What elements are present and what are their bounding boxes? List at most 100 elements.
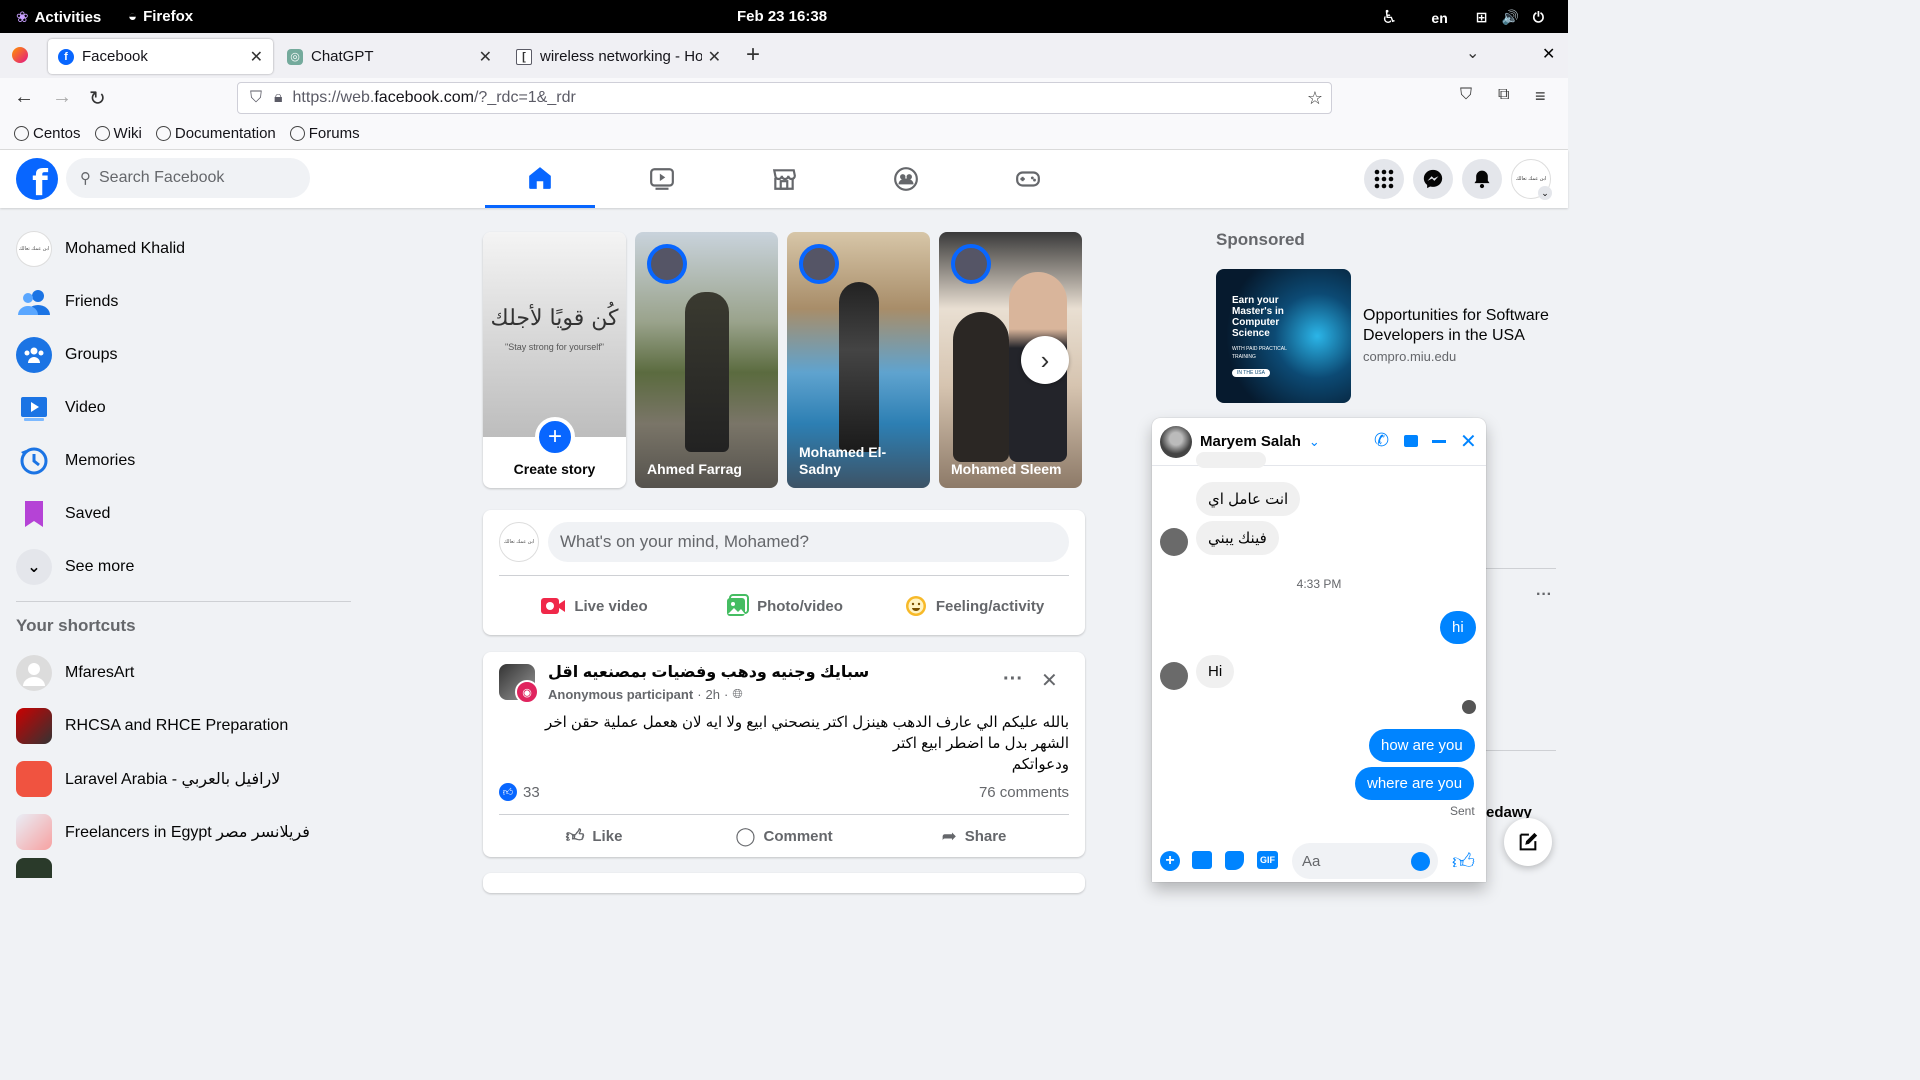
tab-facebook[interactable]: f Facebook ✕ (48, 39, 273, 74)
shortcut-item[interactable]: Freelancers in Egypt فريلانسر مصر (8, 805, 353, 858)
message-outgoing[interactable]: hi (1440, 611, 1476, 644)
stories-next-button[interactable]: › (1021, 336, 1069, 384)
ad-card[interactable]: Earn your Master's in Computer Science W… (1216, 269, 1556, 403)
post-author[interactable]: Anonymous participant (548, 687, 693, 702)
emoji-icon[interactable] (1411, 852, 1430, 871)
sidebar-item-friends[interactable]: Friends (8, 275, 353, 328)
close-window-icon[interactable]: ✕ (1542, 44, 1555, 64)
shortcut-item[interactable]: RHCSA and RHCE Preparation (8, 699, 353, 752)
sidebar-item-groups[interactable]: Groups (8, 328, 353, 381)
clock[interactable]: Feb 23 16:38 (737, 8, 827, 25)
create-story-plus-icon[interactable]: + (535, 417, 575, 457)
bookmark-documentation[interactable]: Documentation (155, 125, 276, 142)
nav-gaming[interactable] (973, 150, 1083, 208)
more-options-icon[interactable]: ··· (1003, 668, 1023, 691)
gif-icon[interactable]: GIF (1257, 851, 1278, 869)
pocket-icon[interactable]: ⛉ (1460, 86, 1472, 104)
reactions-summary[interactable]: 👍︎ 33 (499, 783, 540, 801)
message-outgoing[interactable]: where are you (1355, 767, 1475, 800)
list-all-tabs-icon[interactable]: ⌄ (1466, 43, 1479, 63)
menu-icon[interactable]: ≡ (1535, 86, 1546, 107)
phone-call-icon[interactable]: ✆ (1374, 430, 1389, 451)
redhat-group-icon (16, 707, 52, 744)
story-card[interactable]: Mohamed El-Sadny (787, 232, 930, 488)
app-menu[interactable]: ◒ Firefox (128, 8, 193, 25)
shortcut-item-partial[interactable] (8, 858, 353, 878)
story-card[interactable]: › Mohamed Sleem (939, 232, 1082, 488)
volume-icon[interactable]: 🔊 (1501, 9, 1518, 26)
forward-icon[interactable]: → (52, 86, 72, 109)
live-video-button[interactable]: Live video (499, 586, 689, 626)
sidebar-item-memories[interactable]: Memories (8, 434, 353, 487)
nav-video[interactable] (607, 150, 717, 208)
shortcut-item[interactable]: Laravel Arabia - لارافيل بالعربي (8, 752, 353, 805)
feeling-activity-button[interactable]: Feeling/activity (879, 586, 1069, 626)
activities-button[interactable]: ❀ Activities (16, 8, 101, 27)
close-tab-icon[interactable]: ✕ (250, 47, 263, 67)
close-tab-icon[interactable]: ✕ (708, 47, 721, 67)
nav-groups[interactable] (851, 150, 961, 208)
back-icon[interactable]: ← (14, 86, 34, 109)
create-story-card[interactable]: كُن قويًا لأجلك "Stay strong for yoursel… (483, 232, 626, 488)
photo-video-button[interactable]: Photo/video (689, 586, 879, 626)
bookmark-centos[interactable]: Centos (14, 125, 81, 142)
close-tab-icon[interactable]: ✕ (479, 47, 492, 67)
language-indicator[interactable]: en (1431, 10, 1447, 26)
add-icon[interactable]: + (1160, 851, 1180, 871)
sidebar-item-profile[interactable]: ابن عمك تعالك Mohamed Khalid (8, 222, 353, 275)
thumbs-up-send-icon[interactable]: 👍︎ (1452, 848, 1475, 875)
tab-chatgpt[interactable]: ◎ ChatGPT ✕ (277, 39, 502, 74)
accessibility-icon[interactable]: ♿ (1381, 7, 1397, 28)
shortcut-item[interactable]: MfaresArt (8, 646, 353, 699)
story-card[interactable]: Ahmed Farrag (635, 232, 778, 488)
sidebar-item-see-more[interactable]: ⌄ See more (8, 540, 353, 593)
sticker-icon[interactable] (1225, 851, 1244, 870)
bookmark-star-icon[interactable]: ☆ (1307, 88, 1323, 109)
new-tab-button[interactable]: + (746, 41, 760, 69)
share-button[interactable]: ➦ Share (879, 820, 1069, 852)
extensions-icon[interactable]: ⧉ (1498, 86, 1509, 104)
sidebar-item-saved[interactable]: Saved (8, 487, 353, 540)
messenger-button[interactable] (1413, 159, 1453, 199)
composer-input[interactable]: What's on your mind, Mohamed? (548, 522, 1069, 562)
story-author: Mohamed El-Sadny (799, 444, 887, 477)
message-outgoing[interactable]: how are you (1369, 729, 1475, 762)
message-incoming[interactable]: Hi (1196, 655, 1235, 688)
post-group-name[interactable]: سبايك وجنيه ودهب وفضيات بمصنعيه اقل (548, 662, 869, 682)
comment-count[interactable]: 76 comments (979, 784, 1069, 801)
bookmark-forums[interactable]: Forums (289, 125, 360, 142)
nav-home[interactable] (485, 150, 595, 208)
new-message-button[interactable] (1504, 818, 1552, 866)
feeling-activity-label: Feeling/activity (935, 597, 1045, 615)
video-call-icon[interactable] (1404, 435, 1418, 447)
close-icon[interactable]: ✕ (1041, 668, 1058, 693)
bookmark-wiki[interactable]: Wiki (94, 125, 142, 142)
menu-grid-button[interactable] (1364, 159, 1404, 199)
url-bar[interactable]: ⛉ 🔒︎ https://web.facebook.com/?_rdc=1&_r… (237, 82, 1332, 114)
power-icon[interactable]: ⏻ (1533, 9, 1544, 26)
tracking-shield-icon[interactable]: ⛉ (250, 89, 262, 107)
account-button[interactable]: ابن عمك تعالك ⌄ (1511, 159, 1552, 200)
lock-icon[interactable]: 🔒︎ (274, 89, 283, 107)
comment-button[interactable]: ◯ Comment (689, 820, 879, 852)
system-tray[interactable]: ♿ en ⊞ 🔊 ⏻ (1381, 7, 1544, 28)
reload-icon[interactable]: ↻ (89, 86, 106, 111)
notifications-button[interactable] (1462, 159, 1502, 199)
like-button[interactable]: 👍︎ Like (499, 820, 689, 852)
sidebar-item-video[interactable]: Video (8, 381, 353, 434)
facebook-logo[interactable]: f (16, 158, 58, 200)
search-input[interactable]: ⚲ Search Facebook (66, 158, 310, 198)
attach-photo-icon[interactable] (1192, 851, 1212, 869)
message-incoming[interactable]: فينك يبني (1196, 521, 1279, 555)
network-icon[interactable]: ⊞ (1476, 9, 1488, 26)
nav-marketplace[interactable] (729, 150, 839, 208)
more-options-icon[interactable]: ··· (1536, 586, 1552, 604)
firefox-view-icon[interactable] (12, 47, 28, 63)
message-incoming[interactable]: انت عامل اي (1196, 482, 1301, 516)
tab-wireless-networking[interactable]: [ wireless networking - How ✕ (506, 39, 731, 74)
chat-message-input[interactable]: Aa (1292, 843, 1438, 879)
close-chat-icon[interactable]: ✕ (1460, 429, 1477, 454)
minimize-icon[interactable] (1432, 440, 1446, 443)
post-time[interactable]: 2h (706, 687, 720, 702)
composer-avatar[interactable]: ابن عمك تعالك (499, 522, 539, 562)
